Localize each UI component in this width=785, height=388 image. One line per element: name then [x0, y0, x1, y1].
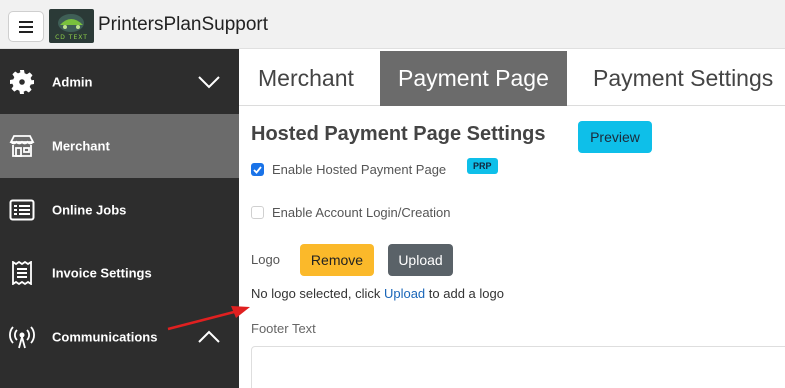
sidebar-item-label: Merchant — [52, 138, 110, 154]
sidebar-item-invoice-settings[interactable]: Invoice Settings — [0, 241, 239, 305]
sidebar-item-online-jobs[interactable]: Online Jobs — [0, 178, 239, 242]
remove-logo-button[interactable]: Remove — [300, 244, 374, 276]
enable-account-row: Enable Account Login/Creation — [251, 205, 451, 220]
broadcast-icon — [8, 323, 36, 351]
enable-hosted-payment-checkbox[interactable] — [251, 163, 264, 176]
sidebar-item-label: Invoice Settings — [52, 265, 152, 281]
enable-hosted-payment-label: Enable Hosted Payment Page — [272, 162, 447, 177]
upload-logo-button[interactable]: Upload — [388, 244, 453, 276]
enable-account-label: Enable Account Login/Creation — [272, 205, 451, 220]
no-logo-message: No logo selected, click Upload to add a … — [251, 286, 504, 301]
app-logo[interactable]: CD TEXT — [49, 9, 94, 43]
prp-badge: PRP — [467, 158, 498, 174]
chevron-down-icon[interactable] — [196, 74, 222, 90]
list-icon — [8, 196, 36, 224]
tab-bar: Merchant Payment Page Payment Settings — [239, 49, 785, 106]
sidebar-item-label: Communications — [52, 329, 158, 345]
logo-label: Logo — [251, 252, 280, 267]
sidebar-item-admin[interactable]: Admin — [0, 50, 239, 114]
receipt-icon — [8, 259, 36, 287]
sidebar-item-merchant[interactable]: Merchant — [0, 114, 239, 178]
app-title: PrintersPlanSupport — [98, 14, 269, 35]
footer-text-label: Footer Text — [251, 321, 316, 336]
annotation-arrow-icon — [167, 306, 250, 331]
check-icon — [253, 165, 262, 174]
hamburger-icon — [19, 20, 33, 33]
no-logo-suffix: to add a logo — [428, 286, 504, 301]
tab-payment-settings[interactable]: Payment Settings — [575, 51, 785, 106]
storefront-icon — [8, 132, 36, 160]
preview-button[interactable]: Preview — [578, 121, 652, 153]
enable-account-checkbox[interactable] — [251, 206, 264, 219]
no-logo-prefix: No logo selected, click — [251, 286, 381, 301]
logo-text: CD TEXT — [55, 34, 88, 41]
page-title: Hosted Payment Page Settings — [251, 123, 546, 145]
sidebar-item-label: Admin — [52, 74, 93, 90]
gear-icon — [8, 68, 36, 96]
sidebar-item-label: Online Jobs — [52, 202, 127, 218]
footer-text-input[interactable] — [251, 346, 785, 388]
tab-merchant[interactable]: Merchant — [240, 51, 372, 106]
main-content: Merchant Payment Page Payment Settings H… — [239, 49, 785, 388]
top-header: CD TEXT PrintersPlanSupport — [0, 0, 785, 49]
enable-hosted-payment-row: Enable Hosted Payment Page — [251, 162, 446, 177]
upload-link[interactable]: Upload — [384, 286, 425, 301]
tab-payment-page[interactable]: Payment Page — [380, 51, 567, 106]
menu-toggle-button[interactable] — [8, 11, 44, 42]
